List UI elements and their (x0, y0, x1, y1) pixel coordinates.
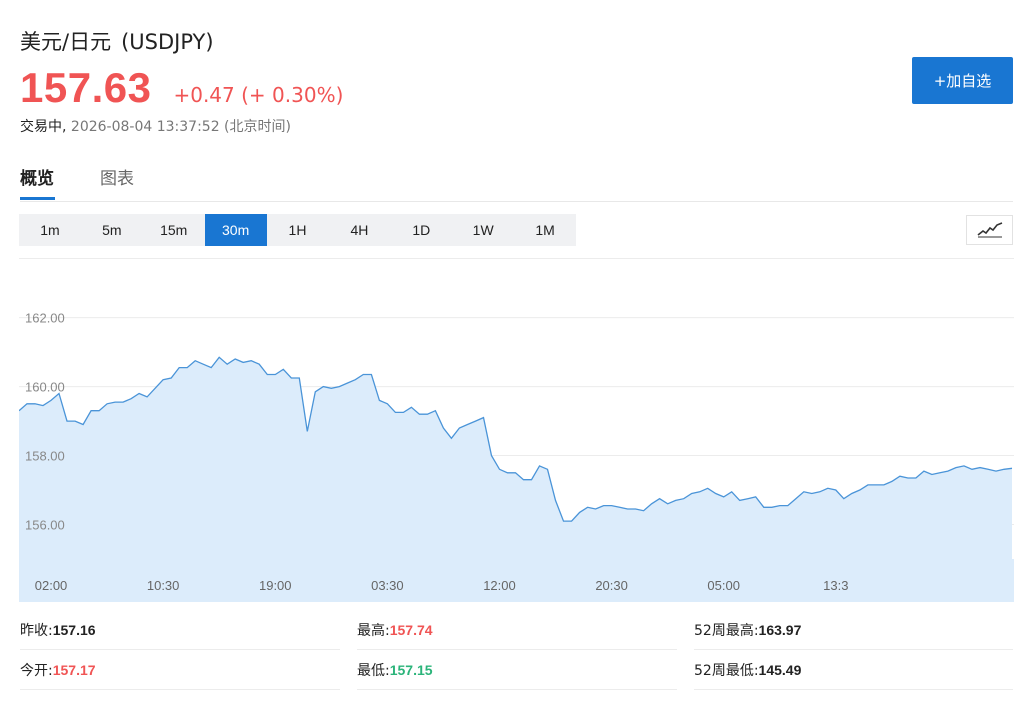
stat-low: 最低: 157.15 (357, 650, 677, 690)
price-change: +0.47 (+ 0.30%) (173, 83, 344, 107)
page-tabs: 概览 图表 (20, 158, 1013, 202)
active-tab-indicator (20, 197, 55, 200)
x-tick-label: 19:00 (259, 578, 292, 593)
stat-value: 145.49 (758, 661, 802, 678)
stat-label: 最低: (357, 662, 390, 679)
stat-label: 最高: (357, 622, 390, 639)
add-to-watchlist-button[interactable]: +加自选 (912, 57, 1013, 104)
instrument-name: 美元/日元 (20, 30, 112, 54)
stats-row: 今开: 157.17 最低: 157.15 52周最低: 145.49 (20, 650, 1013, 690)
stat-label: 52周最高: (694, 622, 759, 639)
stats-row: 昨收: 157.16 最高: 157.74 52周最高: 163.97 (20, 610, 1013, 650)
time-range-selector: 1m 5m 15m 30m 1H 4H 1D 1W 1M (19, 214, 576, 246)
current-price: 157.63 (20, 64, 152, 111)
range-4h-button[interactable]: 4H (328, 214, 390, 246)
range-1m-button[interactable]: 1m (19, 214, 81, 246)
price-chart-svg: 156.00 158.00 160.00 162.00 02:00 10:30 19:00 0… (19, 311, 1014, 602)
price-row: 157.63 +0.47 (+ 0.30%) (20, 64, 343, 112)
stat-label: 今开: (20, 662, 53, 679)
stat-52w-low: 52周最低: 145.49 (694, 650, 1013, 690)
y-tick-label: 162.00 (25, 311, 65, 326)
x-tick-label: 13:3 (823, 578, 848, 593)
stat-value: 157.15 (389, 661, 433, 678)
stat-52w-high: 52周最高: 163.97 (694, 610, 1013, 650)
range-1w-button[interactable]: 1W (452, 214, 514, 246)
x-tick-label: 12:00 (483, 578, 516, 593)
range-1d-button[interactable]: 1D (390, 214, 452, 246)
x-tick-label: 05:00 (707, 578, 740, 593)
trading-status: 交易中, 2026-08-04 13:37:52 (北京时间) (20, 116, 291, 136)
tab-chart[interactable]: 图表 (100, 164, 134, 189)
stat-label: 52周最低: (694, 662, 759, 679)
price-chart[interactable]: 156.00 158.00 160.00 162.00 02:00 10:30 19:00 0… (19, 258, 1014, 602)
range-30m-button[interactable]: 30m (204, 214, 267, 246)
stats-table: 昨收: 157.16 最高: 157.74 52周最高: 163.97 今开: … (20, 610, 1013, 690)
instrument-title: 美元/日元 (USDJPY) (20, 26, 214, 56)
stat-open: 今开: 157.17 (20, 650, 340, 690)
stat-prev-close: 昨收: 157.16 (20, 610, 340, 650)
stat-value: 157.16 (52, 621, 96, 638)
stat-high: 最高: 157.74 (357, 610, 677, 650)
stat-value: 157.74 (389, 621, 433, 638)
instrument-symbol: (USDJPY) (121, 30, 214, 54)
y-tick-label: 158.00 (25, 449, 65, 464)
line-chart-icon (977, 222, 1002, 238)
range-1mo-button[interactable]: 1M (514, 214, 576, 246)
stat-value: 163.97 (758, 621, 802, 638)
x-tick-label: 20:30 (595, 578, 628, 593)
x-tick-label: 03:30 (371, 578, 404, 593)
price-area (19, 357, 1012, 559)
y-tick-label: 156.00 (25, 518, 65, 533)
chart-type-toggle[interactable] (966, 215, 1013, 245)
range-15m-button[interactable]: 15m (143, 214, 205, 246)
range-5m-button[interactable]: 5m (81, 214, 143, 246)
status-timestamp: 2026-08-04 13:37:52 (北京时间) (70, 119, 291, 135)
x-tick-label: 02:00 (35, 578, 68, 593)
stat-value: 157.17 (52, 661, 96, 678)
range-1h-button[interactable]: 1H (267, 214, 329, 246)
y-tick-label: 160.00 (25, 380, 65, 395)
stat-label: 昨收: (20, 622, 53, 639)
x-tick-label: 10:30 (147, 578, 180, 593)
status-label: 交易中, (20, 119, 67, 135)
tab-overview[interactable]: 概览 (20, 164, 54, 189)
